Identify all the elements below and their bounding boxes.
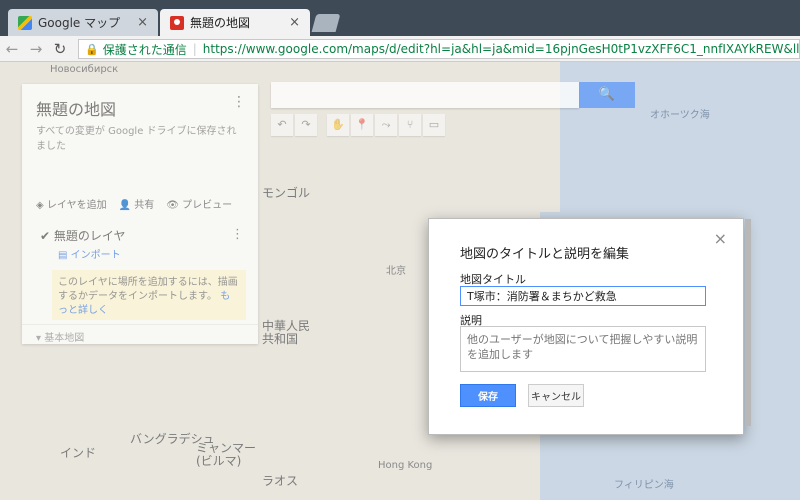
- map-label: ミャンマー(ビルマ): [196, 441, 257, 468]
- close-tab-icon[interactable]: ×: [137, 15, 148, 30]
- save-button[interactable]: 保存: [460, 384, 516, 407]
- edit-title-dialog: × 地図のタイトルと説明を編集 地図タイトル 説明 保存 キャンセル: [428, 218, 751, 435]
- browser-tab-bar: Google マップ × 無題の地図 ×: [0, 0, 800, 36]
- file-icon: ▤: [58, 250, 71, 261]
- add-layer-button[interactable]: ◈ レイヤを追加: [36, 196, 107, 211]
- map-label: インド: [60, 446, 97, 460]
- map-label: ラオス: [262, 474, 299, 488]
- import-link[interactable]: ▤ インポート: [58, 246, 121, 261]
- save-status-text: すべての変更が Google ドライブに保存されました: [36, 126, 237, 152]
- map-label: 中華人民共和国: [262, 319, 311, 346]
- map-toolbar: ↶ ↷ ✋ 📍 ⤳ ⑂ ▭: [271, 114, 445, 136]
- google-maps-favicon-icon: [18, 15, 32, 30]
- marker-icon[interactable]: 📍: [351, 114, 373, 136]
- tab-untitled-map[interactable]: 無題の地図 ×: [160, 9, 310, 36]
- map-title-input[interactable]: [460, 286, 706, 306]
- forward-arrow-icon[interactable]: →: [24, 40, 48, 58]
- chevron-down-icon: ▾: [36, 333, 45, 344]
- map-search-input[interactable]: [271, 82, 579, 108]
- layers-icon: ◈: [36, 200, 47, 211]
- directions-icon[interactable]: ⑂: [399, 114, 421, 136]
- map-title[interactable]: 無題の地図: [36, 96, 116, 120]
- tab-title: 無題の地図: [190, 16, 251, 30]
- share-button[interactable]: 👤 共有: [119, 196, 155, 211]
- panel-actions: ◈ レイヤを追加 👤 共有 👁 プレビュー: [36, 196, 232, 211]
- secure-connection-label: 保護された通信: [102, 42, 187, 57]
- browser-toolbar: ← → ↻ 🔒 保護された通信 | https://www.google.com…: [0, 36, 800, 62]
- search-icon: 🔍: [598, 87, 616, 102]
- map-label: オホーツク海: [650, 106, 710, 121]
- person-add-icon: 👤: [118, 200, 135, 211]
- base-map-item[interactable]: ▾ 基本地図: [22, 324, 258, 344]
- new-tab-button[interactable]: [311, 14, 341, 32]
- address-bar[interactable]: 🔒 保護された通信 | https://www.google.com/maps/…: [78, 39, 800, 59]
- lock-icon: 🔒: [85, 42, 99, 56]
- map-label: フィリピン海: [614, 476, 674, 491]
- undo-icon[interactable]: ↶: [271, 114, 293, 136]
- redo-icon[interactable]: ↷: [295, 114, 317, 136]
- close-tab-icon[interactable]: ×: [289, 15, 300, 30]
- map-label: Hong Kong: [378, 460, 433, 471]
- cancel-button[interactable]: キャンセル: [528, 384, 584, 407]
- back-arrow-icon[interactable]: ←: [0, 40, 24, 58]
- preview-button[interactable]: 👁 プレビュー: [166, 196, 232, 211]
- hand-icon[interactable]: ✋: [327, 114, 349, 136]
- layer-more-icon[interactable]: ⋮: [231, 227, 244, 242]
- tip-text: このレイヤに場所を追加するには、描画するかデータをインポートします。: [58, 277, 238, 302]
- description-input[interactable]: [460, 326, 706, 372]
- reload-icon[interactable]: ↻: [48, 40, 72, 58]
- more-vert-icon[interactable]: ⋮: [232, 94, 246, 110]
- url-text: https://www.google.com/maps/d/edit?hl=ja…: [202, 42, 800, 56]
- tab-title: Google マップ: [38, 16, 121, 30]
- eye-icon: 👁: [166, 200, 183, 211]
- tab-google-maps[interactable]: Google マップ ×: [8, 9, 158, 36]
- my-maps-favicon-icon: [170, 15, 184, 30]
- map-title-label: 地図タイトル: [460, 273, 526, 286]
- close-icon[interactable]: ×: [714, 229, 727, 248]
- address-separator: |: [192, 42, 197, 56]
- layer-item[interactable]: ✔ 無題のレイヤ: [40, 227, 126, 244]
- map-label: 北京: [386, 266, 406, 277]
- map-label: モンゴル: [262, 186, 311, 200]
- dialog-title: 地図のタイトルと説明を編集: [460, 247, 630, 262]
- draw-line-icon[interactable]: ⤳: [375, 114, 397, 136]
- map-label: Новосибирск: [50, 64, 119, 75]
- map-panel: 無題の地図 ⋮ すべての変更が Google ドライブに保存されました ◈ レイ…: [22, 84, 258, 344]
- checkbox-icon[interactable]: ✔: [40, 229, 54, 243]
- ruler-icon[interactable]: ▭: [423, 114, 445, 136]
- layer-tip: このレイヤに場所を追加するには、描画するかデータをインポートします。 もっと詳し…: [52, 270, 246, 320]
- search-button[interactable]: 🔍: [579, 82, 635, 108]
